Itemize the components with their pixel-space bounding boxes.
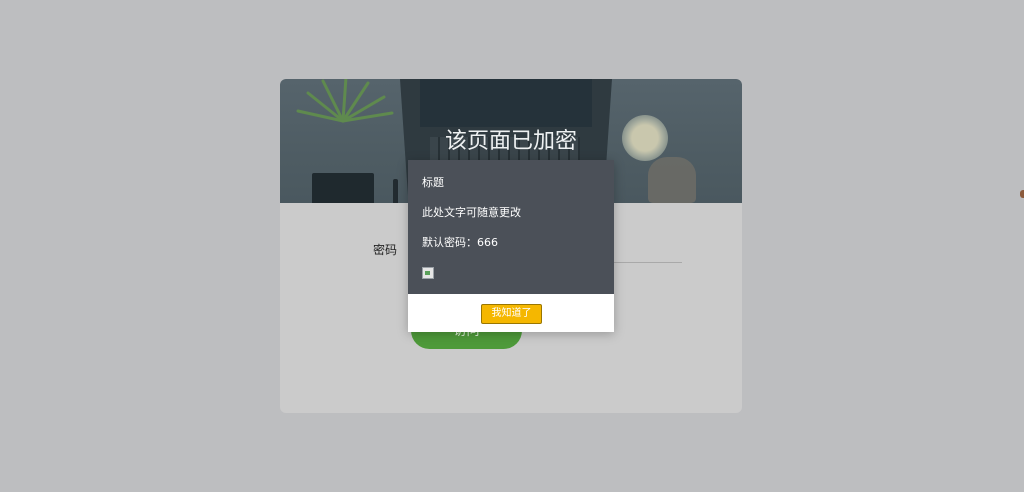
password-label: 密码 — [373, 243, 398, 257]
hand-illustration — [648, 157, 696, 203]
modal-footer: 我知道了 — [408, 294, 614, 332]
edge-tab — [1020, 190, 1024, 198]
page-title: 该页面已加密 — [444, 129, 577, 154]
modal-message: 此处文字可随意更改 — [422, 206, 521, 219]
plant-icon — [296, 79, 394, 123]
modal-default-password: 默认密码：666 — [422, 236, 498, 249]
modal-body: 标题 此处文字可随意更改 默认密码：666 — [408, 160, 614, 294]
notebook-illustration — [312, 173, 374, 203]
pen-illustration — [393, 179, 398, 203]
page-overlay: 该页面已加密 密码 访问 标题 此处文字可随意更改 默认密码：666 我知道了 — [0, 0, 1024, 492]
broken-image-icon — [422, 267, 434, 279]
modal-title: 标题 — [422, 176, 444, 189]
laptop-screen-illustration — [420, 79, 592, 127]
notice-modal: 标题 此处文字可随意更改 默认密码：666 我知道了 — [408, 160, 614, 332]
got-it-button[interactable]: 我知道了 — [481, 304, 542, 324]
